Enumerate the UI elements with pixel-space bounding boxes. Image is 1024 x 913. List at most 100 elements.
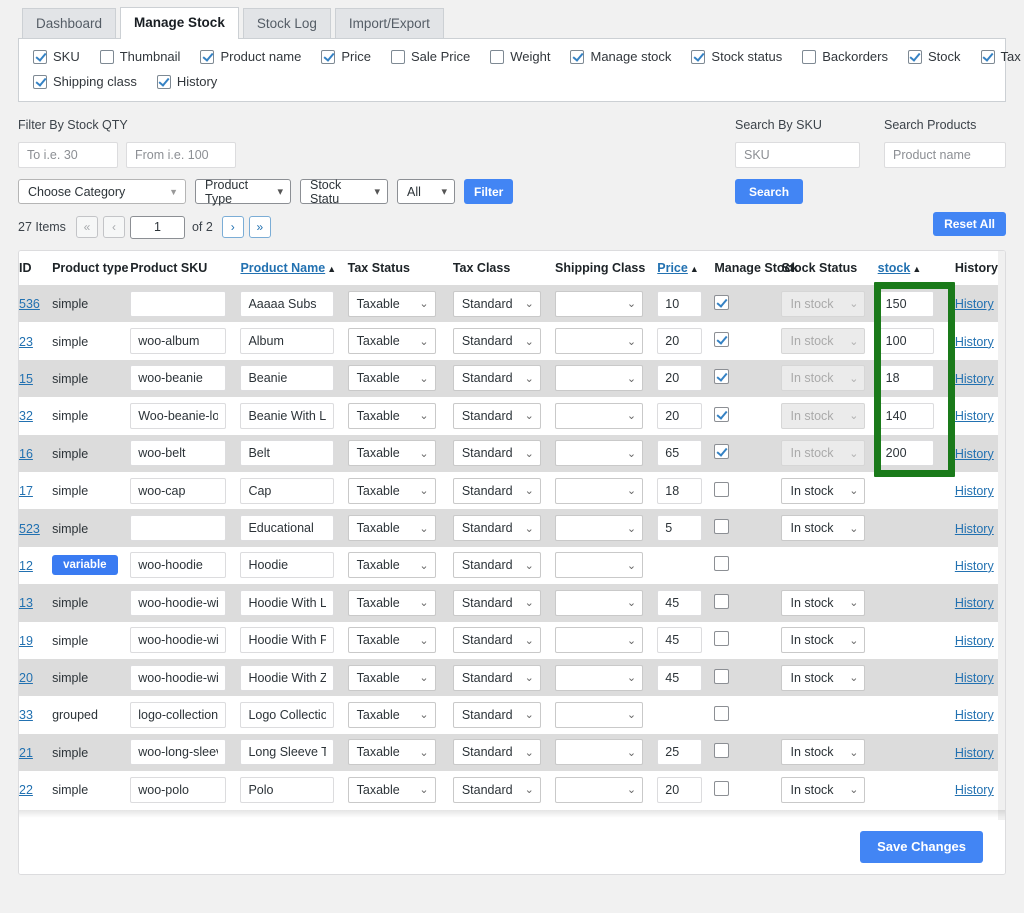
product-id-link[interactable]: 17 <box>19 484 33 498</box>
product-id-link[interactable]: 536 <box>19 297 40 311</box>
product-sku-input[interactable] <box>130 739 226 765</box>
tax-class-select[interactable]: Standard⌄ <box>453 702 541 728</box>
sort-link[interactable]: Price <box>657 261 688 275</box>
product-id-link[interactable]: 21 <box>19 746 33 760</box>
product-name-input[interactable] <box>240 739 334 765</box>
checkbox-checked-icon[interactable] <box>570 50 584 64</box>
product-id-link[interactable]: 12 <box>19 559 33 573</box>
search-button[interactable]: Search <box>735 179 803 204</box>
price-input[interactable] <box>657 590 702 616</box>
price-input[interactable] <box>657 515 702 541</box>
product-id-link[interactable]: 19 <box>19 634 33 648</box>
stock-qty-from-input[interactable] <box>126 142 236 168</box>
checkbox-checked-icon[interactable] <box>321 50 335 64</box>
stock-status-row-select[interactable]: In stock⌄ <box>781 590 865 616</box>
checkbox-checked-icon[interactable] <box>714 407 729 422</box>
checkbox-unchecked-icon[interactable] <box>714 519 729 534</box>
history-link[interactable]: History <box>955 671 994 685</box>
checkbox-unchecked-icon[interactable] <box>714 594 729 609</box>
checkbox-unchecked-icon[interactable] <box>714 482 729 497</box>
tax-class-select[interactable]: Standard⌄ <box>453 590 541 616</box>
sort-link[interactable]: stock <box>878 261 911 275</box>
category-select[interactable]: Choose Category ▼ <box>18 179 186 204</box>
tax-status-select[interactable]: Taxable⌄ <box>348 515 436 541</box>
tab-stock-log[interactable]: Stock Log <box>243 8 331 39</box>
tax-status-select[interactable]: Taxable⌄ <box>348 328 436 354</box>
history-link[interactable]: History <box>955 335 994 349</box>
checkbox-unchecked-icon[interactable] <box>714 706 729 721</box>
stock-quantity-input[interactable] <box>878 365 934 391</box>
product-name-input[interactable] <box>240 552 334 578</box>
tax-class-select[interactable]: Standard⌄ <box>453 552 541 578</box>
checkbox-checked-icon[interactable] <box>200 50 214 64</box>
history-link[interactable]: History <box>955 596 994 610</box>
reset-all-button[interactable]: Reset All <box>933 212 1006 236</box>
shipping-class-select[interactable]: ⌄ <box>555 627 643 653</box>
history-link[interactable]: History <box>955 522 994 536</box>
product-sku-input[interactable] <box>130 627 226 653</box>
checkbox-checked-icon[interactable] <box>981 50 995 64</box>
tax-status-select[interactable]: Taxable⌄ <box>348 739 436 765</box>
stock-quantity-input[interactable] <box>878 291 934 317</box>
product-id-link[interactable]: 23 <box>19 335 33 349</box>
tab-dashboard[interactable]: Dashboard <box>22 8 116 39</box>
price-input[interactable] <box>657 665 702 691</box>
checkbox-checked-icon[interactable] <box>714 295 729 310</box>
product-sku-input[interactable] <box>130 702 226 728</box>
shipping-class-select[interactable]: ⌄ <box>555 291 643 317</box>
product-name-input[interactable] <box>240 328 334 354</box>
product-id-link[interactable]: 16 <box>19 447 33 461</box>
tax-class-select[interactable]: Standard⌄ <box>453 365 541 391</box>
checkbox-unchecked-icon[interactable] <box>490 50 504 64</box>
tab-import-export[interactable]: Import/Export <box>335 8 444 39</box>
checkbox-checked-icon[interactable] <box>157 75 171 89</box>
tax-class-select[interactable]: Standard⌄ <box>453 403 541 429</box>
column-toggle-sku[interactable]: SKU <box>33 49 80 64</box>
shipping-class-select[interactable]: ⌄ <box>555 328 643 354</box>
tax-status-select[interactable]: Taxable⌄ <box>348 440 436 466</box>
price-input[interactable] <box>657 478 702 504</box>
checkbox-checked-icon[interactable] <box>33 50 47 64</box>
search-products-input[interactable] <box>884 142 1006 168</box>
product-id-link[interactable]: 22 <box>19 783 33 797</box>
tax-class-select[interactable]: Standard⌄ <box>453 739 541 765</box>
product-name-input[interactable] <box>240 515 334 541</box>
stock-table-scroll-area[interactable]: IDProduct typeProduct SKUProduct Name▲Ta… <box>19 251 1005 820</box>
product-name-input[interactable] <box>240 627 334 653</box>
checkbox-unchecked-icon[interactable] <box>714 669 729 684</box>
stock-status-row-select[interactable]: In stock⌄ <box>781 777 865 803</box>
shipping-class-select[interactable]: ⌄ <box>555 702 643 728</box>
product-type-select[interactable]: Product Type ▾ <box>195 179 291 204</box>
all-select[interactable]: All ▾ <box>397 179 455 204</box>
column-toggle-shipping-class[interactable]: Shipping class <box>33 74 137 89</box>
product-sku-input[interactable] <box>130 777 226 803</box>
product-id-link[interactable]: 523 <box>19 522 40 536</box>
price-input[interactable] <box>657 328 702 354</box>
tax-status-select[interactable]: Taxable⌄ <box>348 365 436 391</box>
column-header-product-name[interactable]: Product Name▲ <box>240 251 347 285</box>
page-number-input[interactable] <box>130 216 185 239</box>
filter-button[interactable]: Filter <box>464 179 513 204</box>
history-link[interactable]: History <box>955 297 994 311</box>
product-name-input[interactable] <box>240 291 334 317</box>
first-page-button[interactable]: « <box>76 216 98 238</box>
column-toggle-backorders[interactable]: Backorders <box>802 49 888 64</box>
history-link[interactable]: History <box>955 783 994 797</box>
tax-class-select[interactable]: Standard⌄ <box>453 328 541 354</box>
product-id-link[interactable]: 13 <box>19 596 33 610</box>
price-input[interactable] <box>657 440 702 466</box>
price-input[interactable] <box>657 777 702 803</box>
tax-class-select[interactable]: Standard⌄ <box>453 665 541 691</box>
column-toggle-price[interactable]: Price <box>321 49 371 64</box>
shipping-class-select[interactable]: ⌄ <box>555 590 643 616</box>
column-header-stock[interactable]: stock▲ <box>878 251 955 285</box>
checkbox-unchecked-icon[interactable] <box>714 743 729 758</box>
checkbox-checked-icon[interactable] <box>714 444 729 459</box>
product-name-input[interactable] <box>240 478 334 504</box>
column-toggle-weight[interactable]: Weight <box>490 49 550 64</box>
sort-link[interactable]: Product Name <box>240 261 325 275</box>
checkbox-unchecked-icon[interactable] <box>714 781 729 796</box>
history-link[interactable]: History <box>955 559 994 573</box>
stock-status-row-select[interactable]: In stock⌄ <box>781 665 865 691</box>
product-name-input[interactable] <box>240 365 334 391</box>
